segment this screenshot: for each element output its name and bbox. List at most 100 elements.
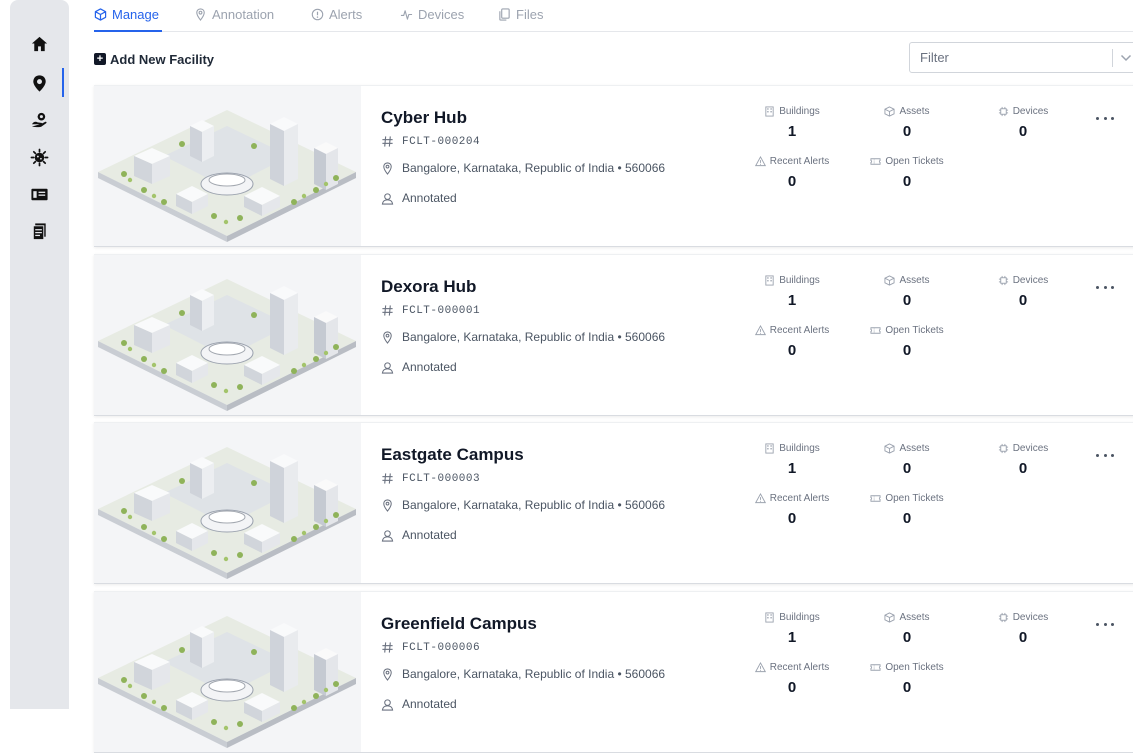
facility-address-row: Bangalore, Karnataka, Republic of India … (381, 161, 665, 175)
filter-select[interactable] (909, 42, 1133, 73)
stat-label-row: Recent Alerts (737, 662, 847, 673)
plus-icon: + (94, 53, 106, 65)
stat-label: Devices (1012, 443, 1049, 454)
more-options-icon[interactable] (1096, 618, 1114, 630)
stat-label-row: Open Tickets (852, 156, 962, 167)
stat-label-row: Buildings (737, 275, 847, 286)
facility-name[interactable]: Eastgate Campus (381, 445, 524, 465)
sidebar-item-documents[interactable] (10, 216, 69, 246)
stat-label: Recent Alerts (769, 493, 830, 504)
stat-value: 0 (902, 460, 912, 477)
hash-icon (382, 305, 393, 316)
sidebar-item-assets[interactable] (10, 104, 69, 134)
sidebar-active-indicator (62, 68, 64, 97)
tab-files[interactable]: Files (498, 0, 543, 28)
chip-icon (998, 275, 1008, 286)
stat-value: 0 (1018, 123, 1028, 140)
box-icon (884, 275, 896, 286)
stat-label: Open Tickets (885, 156, 944, 167)
stat-devices: Devices 0 (968, 443, 1078, 477)
ticket-icon (870, 327, 881, 334)
facility-name[interactable]: Greenfield Campus (381, 614, 537, 634)
stat-value: 0 (787, 173, 797, 190)
tab-label: Alerts (329, 6, 363, 22)
facility-address: Bangalore, Karnataka, Republic of India … (402, 161, 666, 175)
facility-card[interactable]: Dexora Hub FCLT-000001 Bangalore, Karnat… (94, 254, 1133, 416)
tab-devices[interactable]: Devices (400, 0, 464, 28)
box-icon (884, 612, 896, 623)
facility-status-row: Annotated (381, 360, 457, 374)
more-dot (1103, 453, 1107, 457)
sidebar-item-home[interactable] (10, 29, 69, 59)
user-annotation-icon (381, 192, 394, 205)
more-dot (1103, 622, 1107, 626)
facility-thumbnail (94, 592, 361, 752)
facility-name[interactable]: Dexora Hub (381, 277, 476, 297)
sidebar-item-tickets[interactable] (10, 179, 69, 209)
stat-value: 0 (902, 510, 912, 527)
stat-label: Buildings (779, 106, 820, 117)
facility-status: Annotated (402, 191, 457, 205)
stat-label: Assets (899, 443, 930, 454)
stat-label: Assets (899, 275, 930, 286)
facility-thumbnail (94, 86, 361, 246)
stat-recent-alerts: Recent Alerts 0 (737, 493, 847, 527)
pin-icon (196, 7, 205, 21)
more-options-icon[interactable] (1096, 112, 1114, 124)
building-icon (765, 612, 774, 623)
building-icon (765, 106, 774, 117)
stat-devices: Devices 0 (968, 275, 1078, 309)
tab-annotation[interactable]: Annotation (194, 0, 274, 28)
warning-icon (754, 325, 766, 336)
stat-label: Buildings (779, 443, 820, 454)
stat-devices: Devices 0 (968, 106, 1078, 140)
facility-card[interactable]: Greenfield Campus FCLT-000006 Bangalore,… (94, 591, 1133, 753)
facility-address: Bangalore, Karnataka, Republic of India … (402, 498, 666, 512)
location-icon (383, 330, 392, 344)
more-options-icon[interactable] (1096, 281, 1114, 293)
tab-manage[interactable]: Manage (94, 0, 159, 28)
ticket-icon (870, 158, 881, 165)
stat-value: 0 (902, 342, 912, 359)
chip-icon (998, 106, 1008, 117)
more-dot (1096, 285, 1099, 289)
stat-buildings: Buildings 1 (737, 612, 847, 646)
tab-alerts[interactable]: Alerts (311, 0, 362, 28)
stat-label: Buildings (779, 612, 820, 623)
alert-circle-icon (311, 8, 324, 20)
facility-card[interactable]: Eastgate Campus FCLT-000003 Bangalore, K… (94, 422, 1133, 584)
facility-status-row: Annotated (381, 528, 457, 542)
sidebar-item-facilities[interactable] (10, 68, 69, 98)
stat-label-row: Recent Alerts (737, 493, 847, 504)
stat-value: 0 (902, 292, 912, 309)
stat-open-tickets: Open Tickets 0 (852, 662, 962, 696)
location-pin-icon (33, 74, 46, 92)
facility-name[interactable]: Cyber Hub (381, 108, 467, 128)
stat-label-row: Buildings (737, 106, 847, 117)
pulse-icon (400, 9, 413, 20)
stat-label-row: Open Tickets (852, 493, 962, 504)
filter-input[interactable] (910, 43, 1110, 72)
stat-label-row: Assets (852, 443, 962, 454)
add-new-facility-button[interactable]: + Add New Facility (94, 50, 214, 68)
stat-label: Devices (1012, 275, 1049, 286)
stat-label: Recent Alerts (769, 325, 830, 336)
facility-thumbnail (94, 255, 361, 415)
more-dot (1096, 622, 1099, 626)
building-icon (765, 275, 774, 286)
stat-label-row: Buildings (737, 443, 847, 454)
chevron-down-icon[interactable] (1120, 49, 1133, 67)
add-new-facility-label: Add New Facility (110, 51, 215, 67)
ticket-icon (870, 664, 881, 671)
active-tab-underline (94, 30, 162, 32)
location-icon (383, 498, 392, 512)
stat-value: 1 (787, 123, 797, 140)
facility-status: Annotated (402, 528, 457, 542)
facility-card[interactable]: Cyber Hub FCLT-000204 Bangalore, Karnata… (94, 85, 1133, 247)
more-options-icon[interactable] (1096, 449, 1114, 461)
stat-label-row: Assets (852, 275, 962, 286)
stat-label-row: Devices (968, 106, 1078, 117)
sidebar-item-alerts[interactable] (10, 142, 69, 172)
stat-value: 0 (1018, 460, 1028, 477)
stat-value: 0 (787, 510, 797, 527)
